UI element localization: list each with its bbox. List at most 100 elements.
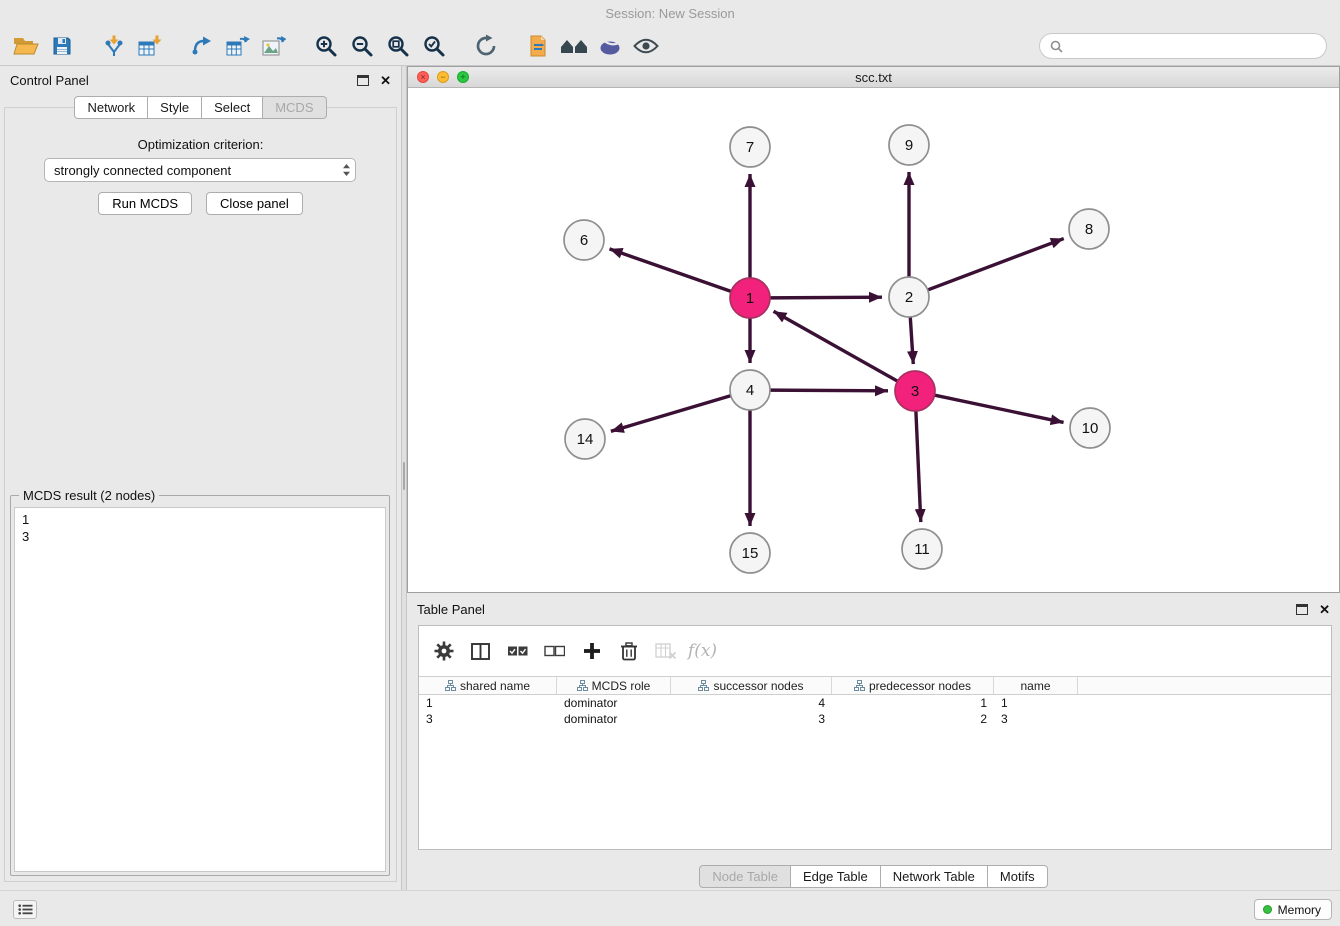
cell-predecessor-nodes[interactable]: 1 (832, 695, 994, 711)
float-window-icon[interactable] (1296, 604, 1308, 615)
column-edit-icon (854, 680, 865, 691)
tab-mcds[interactable]: MCDS (263, 96, 326, 119)
delete-table-button[interactable] (647, 634, 684, 668)
column-label: successor nodes (713, 679, 803, 693)
import-table-button[interactable] (132, 30, 168, 62)
show-panel-button[interactable] (13, 900, 37, 919)
zoom-in-icon (314, 34, 338, 58)
plus-icon (583, 642, 601, 660)
cell-name[interactable]: 3 (994, 711, 1078, 727)
control-panel-title: Control Panel (10, 73, 89, 88)
import-network-button[interactable] (96, 30, 132, 62)
function-builder-button[interactable]: f(x) (684, 634, 721, 668)
cell-mcds-role[interactable]: dominator (557, 711, 671, 727)
column-header-name[interactable]: name (994, 677, 1078, 694)
close-panel-icon[interactable]: ✕ (380, 74, 391, 87)
cell-predecessor-nodes[interactable]: 2 (832, 711, 994, 727)
open-session-button[interactable] (8, 30, 44, 62)
tab-motifs[interactable]: Motifs (988, 865, 1048, 888)
tab-edge-table[interactable]: Edge Table (791, 865, 881, 888)
search-input[interactable] (1069, 39, 1316, 54)
table-settings-button[interactable] (425, 634, 462, 668)
houses-button[interactable] (556, 30, 592, 62)
search-field[interactable] (1039, 33, 1327, 59)
graph-edge-2-8[interactable] (927, 239, 1064, 291)
tab-network-table[interactable]: Network Table (881, 865, 988, 888)
export-image-icon (262, 36, 286, 57)
splitter-handle-icon (403, 462, 405, 490)
column-visibility-button[interactable] (462, 634, 499, 668)
column-header-predecessor-nodes[interactable]: predecessor nodes (832, 677, 994, 694)
deselect-all-rows-button[interactable] (536, 634, 573, 668)
export-table-button[interactable] (220, 30, 256, 62)
graph-node-6[interactable]: 6 (564, 220, 604, 260)
minimize-window-button[interactable]: − (437, 71, 449, 83)
column-header-mcds-role[interactable]: MCDS role (557, 677, 671, 694)
cell-mcds-role[interactable]: dominator (557, 695, 671, 711)
graph-node-3[interactable]: 3 (895, 371, 935, 411)
refresh-button[interactable] (468, 30, 504, 62)
tab-network[interactable]: Network (74, 96, 148, 119)
graph-edge-3-1[interactable] (774, 311, 899, 381)
close-window-button[interactable]: × (417, 71, 429, 83)
graph-node-9[interactable]: 9 (889, 125, 929, 165)
graph-node-15[interactable]: 15 (730, 533, 770, 573)
zoom-out-button[interactable] (344, 30, 380, 62)
export-image-button[interactable] (256, 30, 292, 62)
mcds-result-text[interactable]: 1 3 (14, 507, 386, 872)
column-header-shared-name[interactable]: shared name (419, 677, 557, 694)
zoom-in-button[interactable] (308, 30, 344, 62)
tab-select[interactable]: Select (202, 96, 263, 119)
graph-node-7[interactable]: 7 (730, 127, 770, 167)
close-panel-button[interactable]: Close panel (206, 192, 303, 215)
tab-node-table[interactable]: Node Table (699, 865, 791, 888)
zoom-selected-icon (422, 34, 446, 58)
table-row[interactable]: 1 dominator 4 1 1 (419, 695, 1331, 711)
memory-button[interactable]: Memory (1254, 899, 1332, 920)
optimization-criterion-select[interactable]: strongly connected component (44, 158, 356, 182)
table-row[interactable]: 3 dominator 3 2 3 (419, 711, 1331, 727)
zoom-selected-button[interactable] (416, 30, 452, 62)
window-title: Session: New Session (605, 6, 734, 21)
cell-successor-nodes[interactable]: 4 (671, 695, 832, 711)
graph-node-2[interactable]: 2 (889, 277, 929, 317)
graph-edge-1-6[interactable] (609, 249, 732, 292)
export-network-button[interactable] (184, 30, 220, 62)
network-window-titlebar[interactable]: scc.txt × − + (408, 67, 1339, 88)
node-table-container: f(x) shared name MCDS role successor nod… (418, 625, 1332, 850)
graph-node-11[interactable]: 11 (902, 529, 942, 569)
show-graphics-button[interactable] (628, 30, 664, 62)
graph-node-8[interactable]: 8 (1069, 209, 1109, 249)
float-window-icon[interactable] (357, 75, 369, 86)
zoom-window-button[interactable]: + (457, 71, 469, 83)
tab-style[interactable]: Style (148, 96, 202, 119)
cell-shared-name[interactable]: 3 (419, 711, 557, 727)
svg-text:7: 7 (746, 139, 754, 156)
select-all-rows-button[interactable] (499, 634, 536, 668)
graph-edge-1-2[interactable] (769, 297, 882, 298)
graph-edge-4-14[interactable] (611, 395, 732, 431)
cell-name[interactable]: 1 (994, 695, 1078, 711)
zoom-fit-button[interactable] (380, 30, 416, 62)
close-panel-icon[interactable]: ✕ (1319, 603, 1330, 616)
style-paint-button[interactable] (592, 30, 628, 62)
graph-node-10[interactable]: 10 (1070, 408, 1110, 448)
svg-text:10: 10 (1082, 420, 1099, 437)
graph-node-1[interactable]: 1 (730, 278, 770, 318)
graph-node-4[interactable]: 4 (730, 370, 770, 410)
graph-node-14[interactable]: 14 (565, 419, 605, 459)
cell-successor-nodes[interactable]: 3 (671, 711, 832, 727)
mcds-result-title: MCDS result (2 nodes) (19, 488, 159, 503)
delete-button[interactable] (610, 634, 647, 668)
document-export-button[interactable] (520, 30, 556, 62)
add-button[interactable] (573, 634, 610, 668)
save-session-button[interactable] (44, 30, 80, 62)
graph-edge-3-10[interactable] (934, 395, 1064, 422)
column-header-successor-nodes[interactable]: successor nodes (671, 677, 832, 694)
run-mcds-button[interactable]: Run MCDS (98, 192, 192, 215)
graph-edge-4-3[interactable] (769, 390, 888, 391)
graph-edge-2-3[interactable] (910, 316, 913, 364)
network-canvas[interactable]: 1 2 3 4 6 7 8 9 10 11 14 15 (408, 88, 1339, 592)
graph-edge-3-11[interactable] (916, 410, 921, 522)
cell-shared-name[interactable]: 1 (419, 695, 557, 711)
